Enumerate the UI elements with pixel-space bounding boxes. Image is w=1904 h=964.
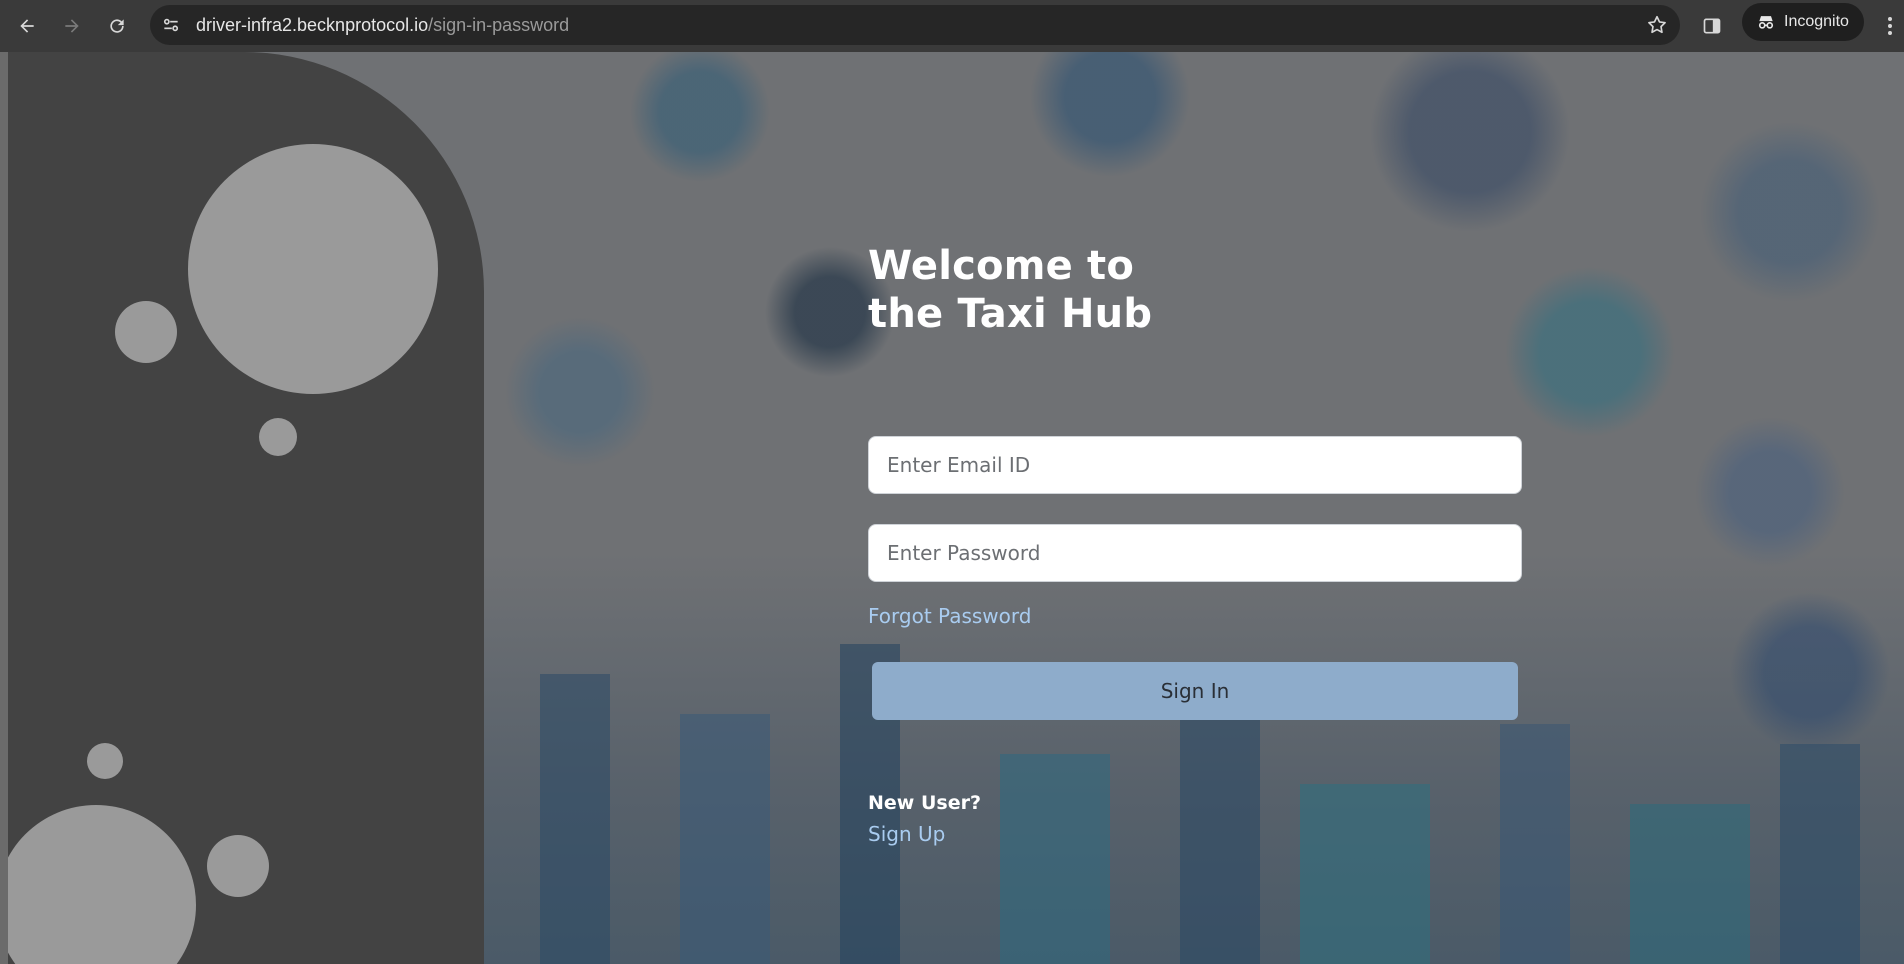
url-host: driver-infra2.becknprotocol.io [196,15,429,35]
incognito-indicator[interactable]: Incognito [1742,3,1864,41]
new-user-label: New User? [868,792,981,814]
decor-bubble [259,418,297,456]
browser-toolbar: driver-infra2.becknprotocol.io/sign-in-p… [0,0,1904,52]
page-viewport: Welcome to the Taxi Hub Forgot Password … [0,52,1904,964]
decor-bubble [115,301,177,363]
page-title: Welcome to the Taxi Hub [868,242,1522,338]
decor-bubble [188,144,438,394]
reload-button[interactable] [99,8,135,44]
star-icon [1648,15,1666,34]
back-arrow-icon [20,19,34,33]
browser-menu-button[interactable] [1880,10,1900,42]
forward-arrow-icon [65,19,79,33]
incognito-icon [1758,16,1774,29]
decor-bubble [87,743,123,779]
side-panel-button[interactable] [1696,10,1728,42]
forward-button[interactable] [54,8,90,44]
title-line-2: the Taxi Hub [868,291,1153,337]
side-panel-icon [1703,18,1721,34]
reload-icon [110,19,124,33]
bookmark-button[interactable] [1646,14,1668,36]
title-line-1: Welcome to [868,243,1135,289]
site-info-button[interactable] [160,14,182,36]
incognito-label: Incognito [1784,13,1849,30]
site-info-icon [163,18,179,32]
sign-in-button[interactable]: Sign In [872,662,1518,720]
left-edge-strip [0,52,8,964]
address-bar[interactable]: driver-infra2.becknprotocol.io/sign-in-p… [150,5,1680,45]
decor-bubble [207,835,269,897]
password-field[interactable] [868,524,1522,582]
decor-bubble [8,805,196,964]
decorative-side-panel [8,52,484,964]
url-text[interactable]: driver-infra2.becknprotocol.io/sign-in-p… [196,15,569,36]
forgot-password-link[interactable]: Forgot Password [868,604,1031,628]
email-field[interactable] [868,436,1522,494]
kebab-menu-icon [1888,17,1892,35]
url-path: /sign-in-password [428,15,570,35]
sign-up-link[interactable]: Sign Up [868,822,945,846]
back-button[interactable] [9,8,45,44]
sign-in-form: Welcome to the Taxi Hub Forgot Password … [868,242,1522,846]
